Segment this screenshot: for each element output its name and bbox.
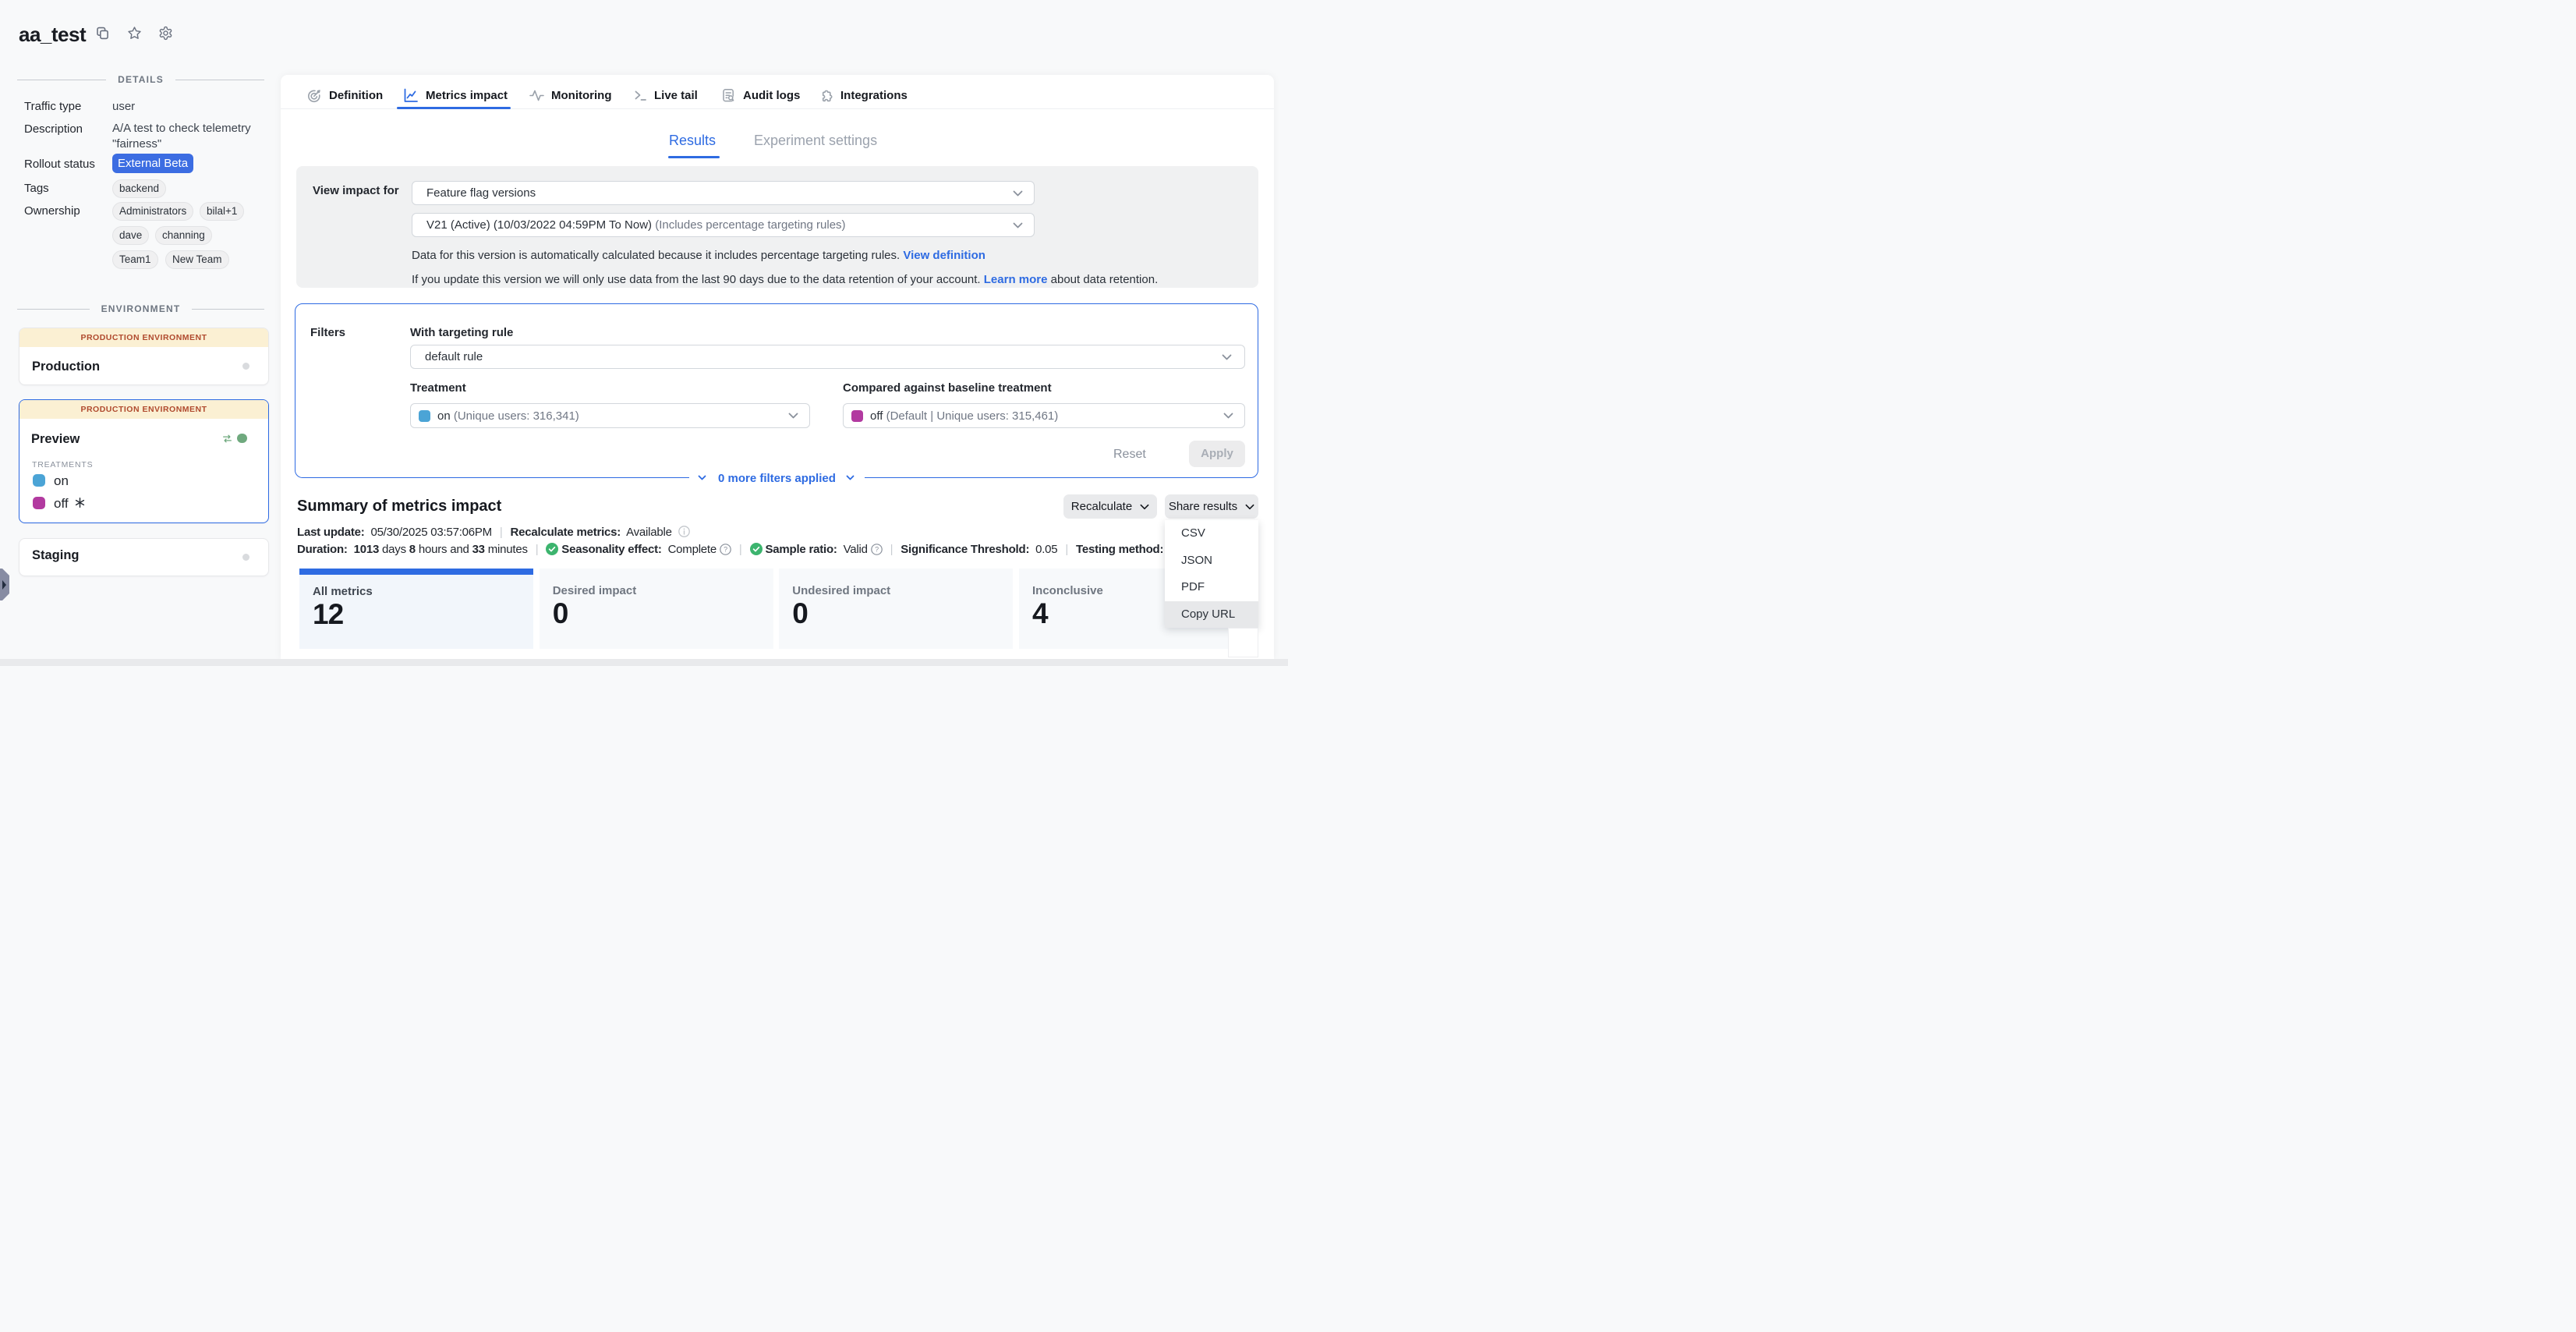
svg-text:?: ? [724, 546, 727, 554]
svg-text:?: ? [875, 546, 879, 554]
